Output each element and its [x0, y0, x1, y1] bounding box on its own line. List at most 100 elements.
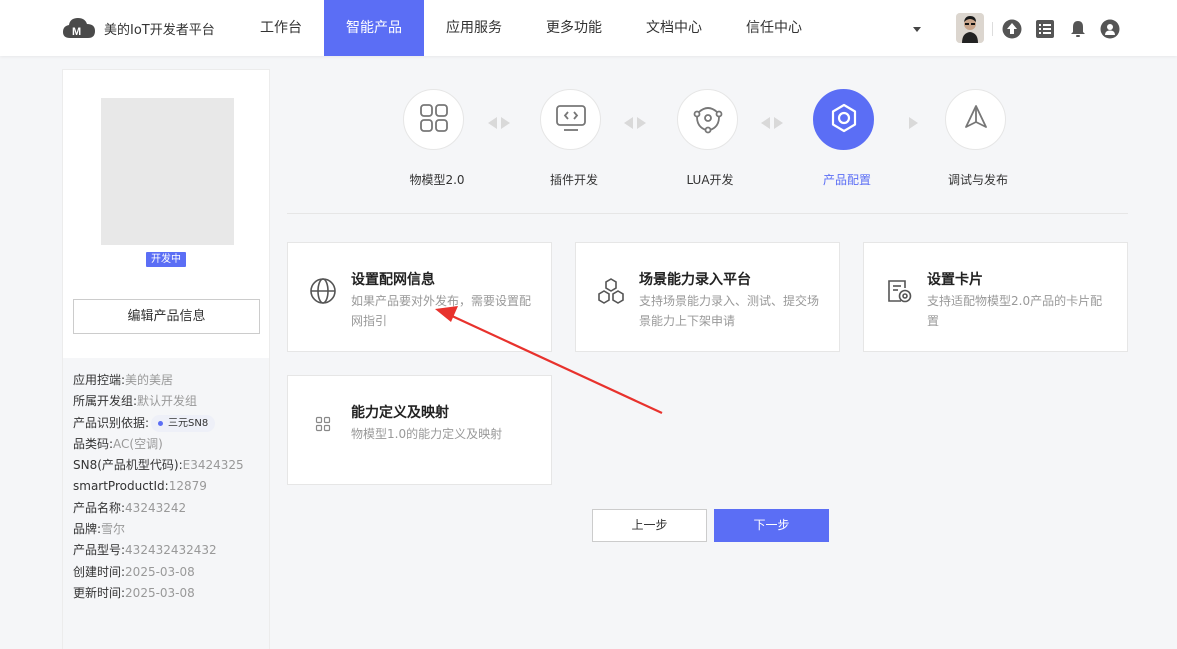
step-product-config[interactable] [813, 89, 874, 150]
info-row-product-name: 产品名称: 43243242 [73, 498, 269, 519]
arrow-right-icon [637, 117, 646, 129]
gear-icon [828, 102, 860, 138]
upload-icon[interactable] [1002, 19, 1022, 39]
info-row-sn8: SN8(产品机型代码): E3424325 [73, 455, 269, 476]
info-value: 2025-03-08 [125, 585, 195, 600]
card-description: 支持适配物模型2.0产品的卡片配置 [927, 294, 1103, 328]
globe-icon [308, 276, 338, 306]
logo[interactable]: M 美的IoT开发者平台 [62, 14, 215, 42]
next-step-button[interactable]: 下一步 [714, 509, 829, 542]
main-nav: 工作台 智能产品 应用服务 更多功能 文档中心 信任中心 [238, 0, 824, 56]
info-value: 432432432432 [125, 543, 217, 558]
arrow-right-icon [501, 117, 510, 129]
step-label-plugin-dev: 插件开发 [549, 173, 598, 187]
info-row-dev-group: 所属开发组: 默认开发组 [73, 391, 269, 412]
step-plugin-dev[interactable] [540, 89, 601, 150]
list-icon[interactable] [1035, 19, 1055, 39]
step-connector [488, 117, 510, 129]
card-capability-mapping[interactable]: 能力定义及映射 物模型1.0的能力定义及映射 [287, 375, 552, 485]
info-value: E3424325 [182, 458, 244, 473]
nav-app-services[interactable]: 应用服务 [424, 0, 524, 56]
cloud-logo-icon: M [62, 14, 98, 42]
arrow-left-icon [488, 117, 497, 129]
status-badge: 开发中 [146, 252, 186, 267]
info-label: SN8(产品机型代码): [73, 458, 183, 473]
arrow-right-icon [909, 117, 918, 129]
info-value: 雪尔 [101, 522, 126, 537]
step-lua-dev[interactable] [677, 89, 738, 150]
step-thing-model[interactable] [403, 89, 464, 150]
info-label: 所属开发组: [73, 394, 138, 409]
card-network-config[interactable]: 设置配网信息 如果产品要对外发布，需要设置配网指引 [287, 242, 552, 352]
nav-workbench[interactable]: 工作台 [238, 0, 324, 56]
product-info-panel: 开发中 编辑产品信息 应用控端: 美的美居 所属开发组: 默认开发组 产品识别依… [62, 69, 270, 649]
info-row-category-code: 品类码: AC(空调) [73, 434, 269, 455]
bell-icon[interactable] [1068, 19, 1088, 39]
product-image [101, 98, 234, 245]
info-row-app-control: 应用控端: 美的美居 [73, 370, 269, 391]
small-grid-icon [308, 409, 338, 439]
info-label: 产品型号: [73, 543, 126, 558]
arrow-right-icon [774, 117, 783, 129]
nav-trust-center[interactable]: 信任中心 [724, 0, 824, 56]
info-label: 更新时间: [73, 585, 126, 600]
avatar[interactable] [956, 13, 984, 43]
info-value: 43243242 [125, 500, 187, 515]
code-monitor-icon [555, 103, 587, 137]
edit-product-button[interactable]: 编辑产品信息 [73, 299, 260, 334]
step-debug-publish[interactable] [945, 89, 1006, 150]
hexagons-icon [596, 276, 626, 306]
card-scene-ability[interactable]: 场景能力录入平台 支持场景能力录入、测试、提交场景能力上下架申请 [575, 242, 840, 352]
info-label: smartProductId: [73, 479, 169, 494]
dot-icon [158, 420, 164, 426]
info-label: 产品识别依据: [73, 415, 150, 430]
step-connector [624, 117, 646, 129]
nav-more-features[interactable]: 更多功能 [524, 0, 624, 56]
nav-smart-products[interactable]: 智能产品 [324, 0, 424, 56]
network-icon [692, 102, 724, 138]
card-description: 支持场景能力录入、测试、提交场景能力上下架申请 [639, 294, 820, 328]
logo-title: 美的IoT开发者平台 [104, 22, 215, 38]
send-icon [961, 103, 991, 137]
info-value: 默认开发组 [137, 394, 198, 409]
step-label-thing-model: 物模型2.0 [409, 173, 465, 187]
dropdown-caret-icon[interactable] [913, 27, 921, 32]
info-row-brand: 品牌: 雪尔 [73, 519, 269, 540]
info-row-updated: 更新时间: 2025-03-08 [73, 583, 269, 604]
step-connector [761, 117, 783, 129]
card-description: 物模型1.0的能力定义及映射 [351, 427, 503, 441]
grid-icon [419, 103, 449, 137]
header-divider [992, 22, 993, 36]
step-label-lua-dev: LUA开发 [686, 173, 734, 187]
card-title: 设置配网信息 [351, 272, 435, 288]
card-description: 如果产品要对外发布，需要设置配网指引 [351, 294, 532, 328]
info-value: AC(空调) [113, 436, 163, 451]
card-title: 设置卡片 [927, 272, 983, 288]
prev-step-button[interactable]: 上一步 [592, 509, 707, 542]
top-header: M 美的IoT开发者平台 工作台 智能产品 应用服务 更多功能 文档中心 信任中… [0, 0, 1177, 56]
card-set-card[interactable]: 设置卡片 支持适配物模型2.0产品的卡片配置 [863, 242, 1128, 352]
sn8-tag: 三元SN8 [151, 414, 216, 432]
svg-text:M: M [72, 26, 81, 38]
nav-docs-center[interactable]: 文档中心 [624, 0, 724, 56]
info-value: 12879 [168, 479, 207, 494]
info-row-smart-product-id: smartProductId: 12879 [73, 476, 269, 497]
card-title: 场景能力录入平台 [639, 272, 751, 288]
info-label: 品牌: [73, 522, 102, 537]
card-title: 能力定义及映射 [351, 405, 449, 421]
card-settings-icon [884, 276, 914, 306]
step-label-debug-publish: 调试与发布 [947, 173, 1008, 187]
info-label: 应用控端: [73, 373, 126, 387]
step-connector [909, 117, 918, 129]
info-row-identification: 产品识别依据: 三元SN8 [73, 413, 269, 434]
section-divider [287, 213, 1128, 214]
info-value: 2025-03-08 [125, 564, 195, 579]
info-row-model: 产品型号: 432432432432 [73, 540, 269, 561]
product-details: 应用控端: 美的美居 所属开发组: 默认开发组 产品识别依据: 三元SN8 品类… [63, 358, 269, 649]
step-label-product-config: 产品配置 [822, 173, 871, 187]
sn8-tag-label: 三元SN8 [168, 417, 209, 429]
arrow-left-icon [624, 117, 633, 129]
user-icon[interactable] [1100, 19, 1120, 39]
info-label: 品类码: [73, 436, 114, 451]
arrow-left-icon [761, 117, 770, 129]
